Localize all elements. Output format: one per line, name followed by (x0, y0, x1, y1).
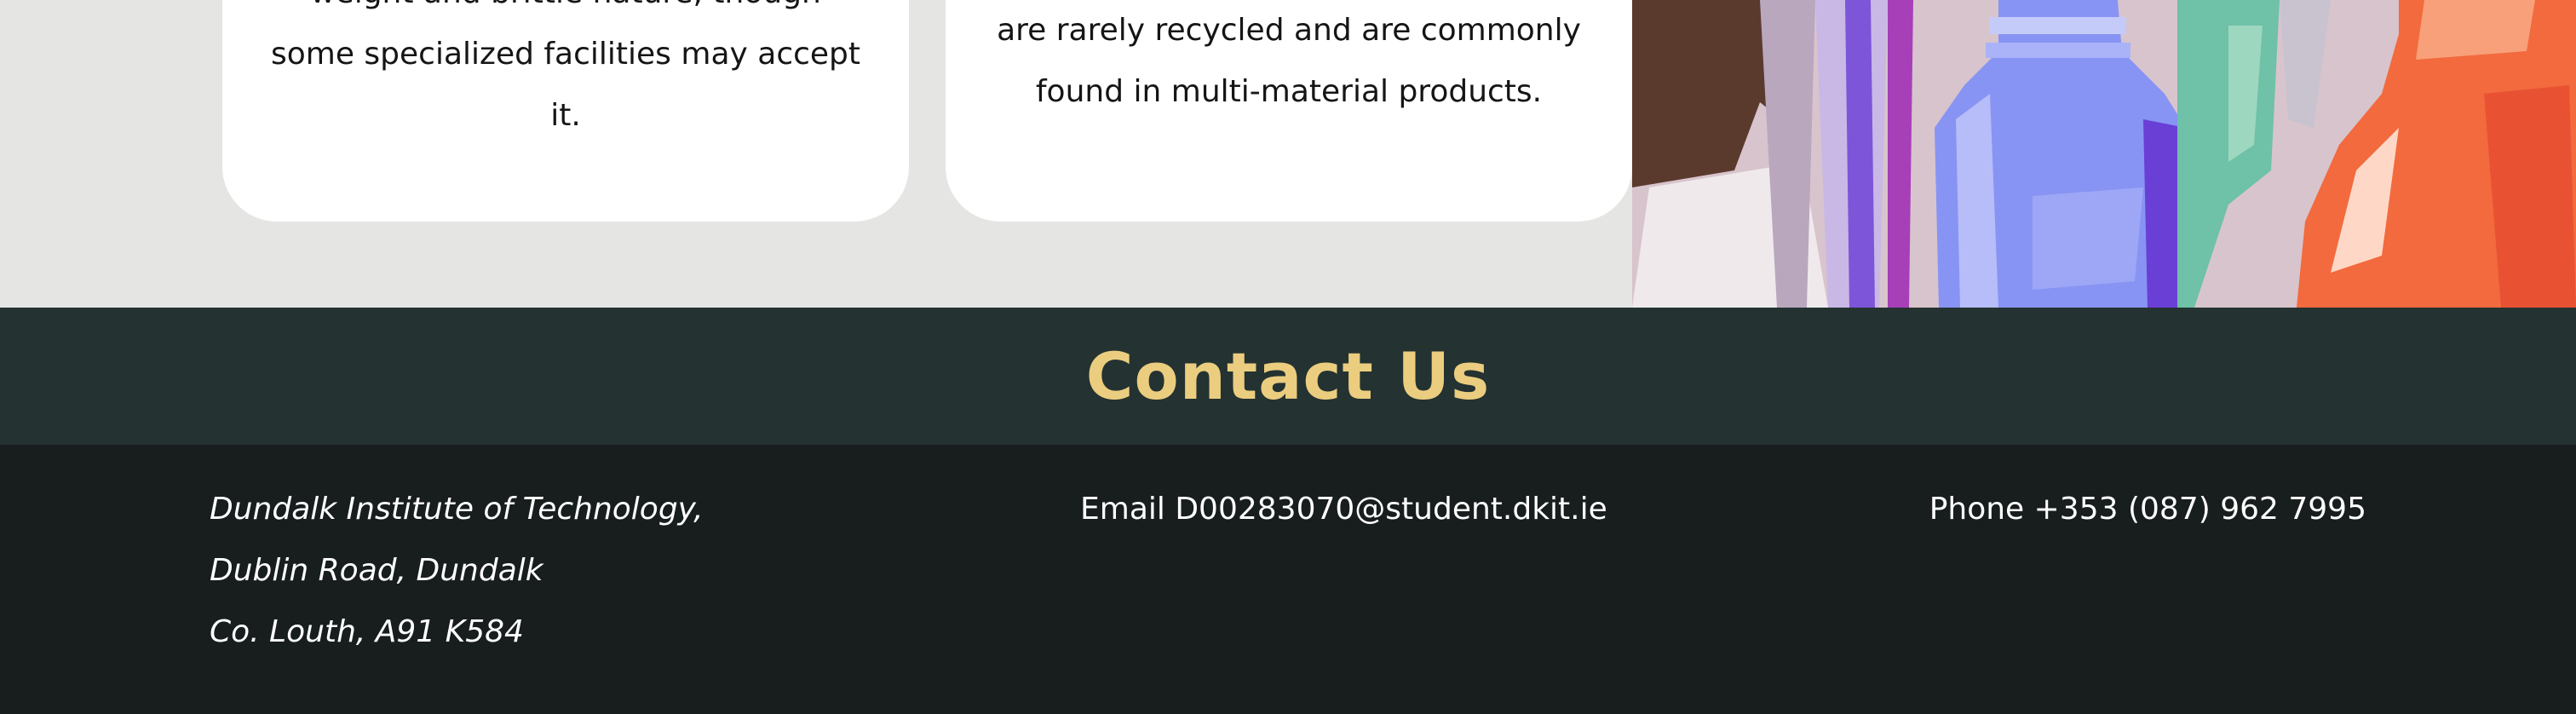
card-text-line: found in multi-material products. (1035, 74, 1543, 109)
card-text-line: some specialized facilities may accept (270, 37, 861, 72)
footer: Dundalk Institute of Technology, Dublin … (0, 445, 2576, 714)
address-line: Co. Louth, A91 K584 (210, 614, 524, 649)
card-text-line: weight and brittle nature, though (310, 0, 821, 24)
address-block: Dundalk Institute of Technology, Dublin … (210, 479, 704, 663)
bottles-artwork-image (1632, 0, 2576, 308)
info-card-glass: weight and brittle nature, though some s… (222, 0, 909, 222)
card-text-line: are rarely recycled and are commonly (997, 13, 1581, 48)
address-line: Dundalk Institute of Technology, (210, 492, 704, 527)
content-section: weight and brittle nature, though some s… (0, 0, 2576, 308)
contact-title: Contact Us (1085, 338, 1491, 414)
contact-header: Contact Us (0, 308, 2576, 445)
bottles-artwork-svg (1632, 0, 2576, 308)
info-card-mixed-plastics: are rarely recycled and are commonly fou… (946, 0, 1632, 222)
email-text: Email D00283070@student.dkit.ie (1080, 492, 1607, 527)
card-text-line: it. (550, 98, 581, 133)
phone-text: Phone +353 (087) 962 7995 (1929, 492, 2366, 527)
address-line: Dublin Road, Dundalk (210, 553, 543, 588)
